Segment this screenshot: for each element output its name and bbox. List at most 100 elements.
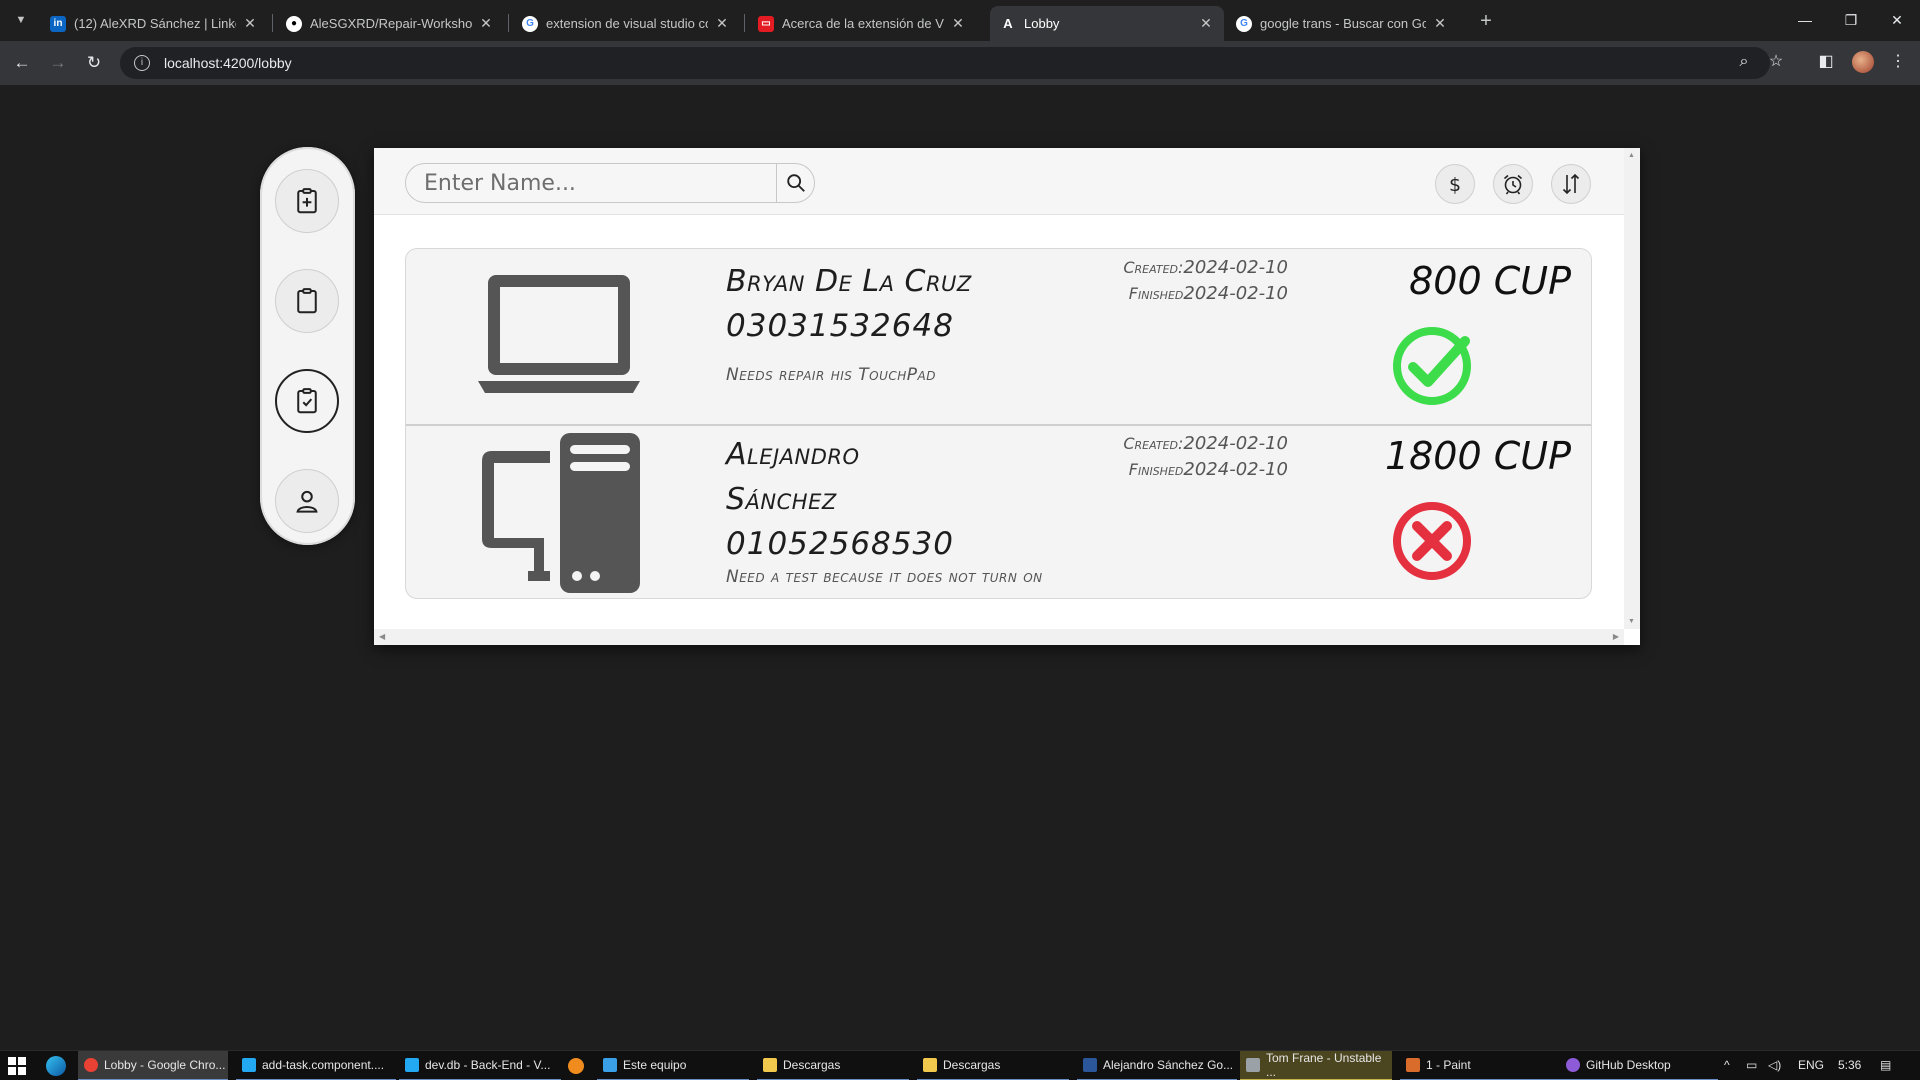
search-input[interactable] [406,164,776,202]
toggle-order-button[interactable] [1551,164,1591,204]
taskbar-item-chrome[interactable]: Lobby - Google Chro... [78,1051,228,1080]
user-icon [296,490,318,513]
language-indicator[interactable]: ENG [1798,1058,1824,1072]
scroll-up-icon[interactable]: ▲ [1628,152,1635,159]
search-icon [786,174,805,192]
finished-label: Finished [1128,460,1184,479]
task-row[interactable]: Bryan De La Cruz 03031532648 Needs repai… [406,249,1591,423]
page-content: $ [0,85,1920,1050]
browser-tab-strip: ▼ in (12) AleXRD Sánchez | LinkedIn ✕ ● … [0,0,1920,41]
sidebar-completed-button[interactable] [275,369,339,433]
created-date: 2024-02-10 [1183,257,1288,278]
menu-kebab-icon[interactable]: ⋮ [1886,50,1910,74]
taskbar-item-vscode-1[interactable]: add-task.component.... [236,1051,396,1080]
client-name-last: Sánchez [726,482,837,517]
tab-github[interactable]: ● AleSGXRD/Repair-Workshop-Ap ✕ [276,6,504,41]
taskbar-item-downloads-2[interactable]: Descargas [917,1051,1069,1080]
google-icon: G [1236,15,1252,32]
taskbar-item-github-desktop[interactable]: GitHub Desktop [1560,1051,1718,1080]
lobby-panel: $ [374,148,1640,645]
svg-text:$: $ [1449,174,1461,196]
search-app-icon[interactable] [568,1058,584,1074]
scroll-left-icon[interactable]: ◀ [379,632,385,641]
new-tab-button[interactable]: + [1472,8,1500,36]
search-button[interactable] [776,164,814,202]
tab-linkedin[interactable]: in (12) AleXRD Sánchez | LinkedIn ✕ [40,6,268,41]
close-window-button[interactable]: ✕ [1874,6,1920,34]
completed-tasks-icon [297,388,317,414]
tab-google-trans[interactable]: G google trans - Buscar con Goog ✕ [1226,6,1458,41]
network-icon[interactable]: ▭ [1746,1058,1757,1072]
restore-button[interactable]: ❐ [1828,6,1874,34]
tab-divider [744,14,745,32]
scroll-down-icon[interactable]: ▼ [1628,618,1635,625]
zoom-icon[interactable]: ⌕ [1732,50,1756,74]
close-tab-icon[interactable]: ✕ [950,15,966,32]
task-description: Need a test because it does not turn on [726,567,1043,587]
reload-button[interactable]: ↻ [80,49,108,77]
windows-start-icon[interactable] [8,1057,26,1075]
price-sort-icon: $ [1449,174,1461,196]
close-tab-icon[interactable]: ✕ [242,15,258,32]
back-button[interactable]: ← [8,49,36,77]
sidebar-add-task-button[interactable] [275,169,339,233]
add-task-icon [297,188,317,214]
clock[interactable]: 5:36 [1838,1058,1861,1072]
taskbar-item-paint[interactable]: 1 - Paint [1400,1051,1560,1080]
task-dates: Created:2024-02-10 Finished2024-02-10 [1106,255,1288,307]
sidebar-tasks-button[interactable] [275,269,339,333]
windows-taskbar: Lobby - Google Chro... add-task.componen… [0,1050,1920,1080]
tab-oracle[interactable]: ▭ Acerca de la extensión de Visua ✕ [748,6,976,41]
finished-date: 2024-02-10 [1183,283,1288,304]
search-box [405,163,815,203]
horizontal-scrollbar[interactable]: ◀ ▶ [374,629,1624,645]
notifications-icon[interactable]: ▤ [1880,1058,1891,1072]
app-icon [1246,1058,1260,1072]
browser-toolbar: ← → ↻ i localhost:4200/lobby ⌕ ☆ ◧ ⋮ [0,41,1920,85]
bookmark-star-icon[interactable]: ☆ [1764,50,1788,74]
tab-lobby[interactable]: A Lobby ✕ [990,6,1224,41]
task-list-icon [297,288,317,314]
taskbar-item-downloads-1[interactable]: Descargas [757,1051,909,1080]
taskbar-item-this-pc[interactable]: Este equipo [597,1051,749,1080]
sort-by-time-button[interactable] [1493,164,1533,204]
vscode-icon [242,1058,256,1072]
tray-chevron-icon[interactable]: ^ [1724,1058,1730,1072]
finished-date: 2024-02-10 [1183,459,1288,480]
sidebar-user-button[interactable] [275,469,339,533]
time-sort-icon [1503,174,1523,195]
panel-header: $ [374,148,1624,215]
github-desktop-icon [1566,1058,1580,1072]
taskbar-item-vscode-2[interactable]: dev.db - Back-End - V... [399,1051,561,1080]
computer-icon [603,1058,617,1072]
site-info-icon[interactable]: i [134,55,150,71]
finished-label: Finished [1128,284,1184,303]
volume-icon[interactable]: ◁) [1768,1058,1781,1072]
taskbar-item-unstable[interactable]: Tom Frane - Unstable ... [1240,1051,1392,1080]
profile-avatar[interactable] [1852,51,1874,73]
sort-by-price-button[interactable]: $ [1435,164,1475,204]
edge-icon[interactable] [46,1056,66,1076]
taskbar-item-word[interactable]: Alejandro Sánchez Go... [1077,1051,1237,1080]
close-tab-icon[interactable]: ✕ [714,15,730,32]
check-circle-icon [1393,327,1471,405]
created-label: Created: [1123,258,1184,277]
close-tab-icon[interactable]: ✕ [1432,15,1448,32]
task-dates: Created:2024-02-10 Finished2024-02-10 [1106,431,1288,483]
minimize-button[interactable]: — [1782,6,1828,34]
client-phone: 01052568530 [726,526,954,562]
tab-google-vscode[interactable]: G extension de visual studio code ✕ [512,6,740,41]
oracle-icon: ▭ [758,15,774,32]
tab-search-chevron-icon[interactable]: ▼ [10,9,32,31]
scroll-right-icon[interactable]: ▶ [1613,632,1619,641]
close-tab-icon[interactable]: ✕ [478,15,494,32]
created-label: Created: [1123,434,1184,453]
google-icon: G [522,15,538,32]
forward-button[interactable]: → [44,49,72,77]
side-panel-icon[interactable]: ◧ [1814,50,1838,74]
laptop-icon [478,275,640,393]
address-bar[interactable]: i localhost:4200/lobby [120,47,1770,79]
vertical-scrollbar[interactable]: ▲ ▼ [1624,148,1640,629]
task-row[interactable]: Alejandro Sánchez 01052568530 Need a tes… [406,424,1591,598]
close-tab-icon[interactable]: ✕ [1198,15,1214,32]
